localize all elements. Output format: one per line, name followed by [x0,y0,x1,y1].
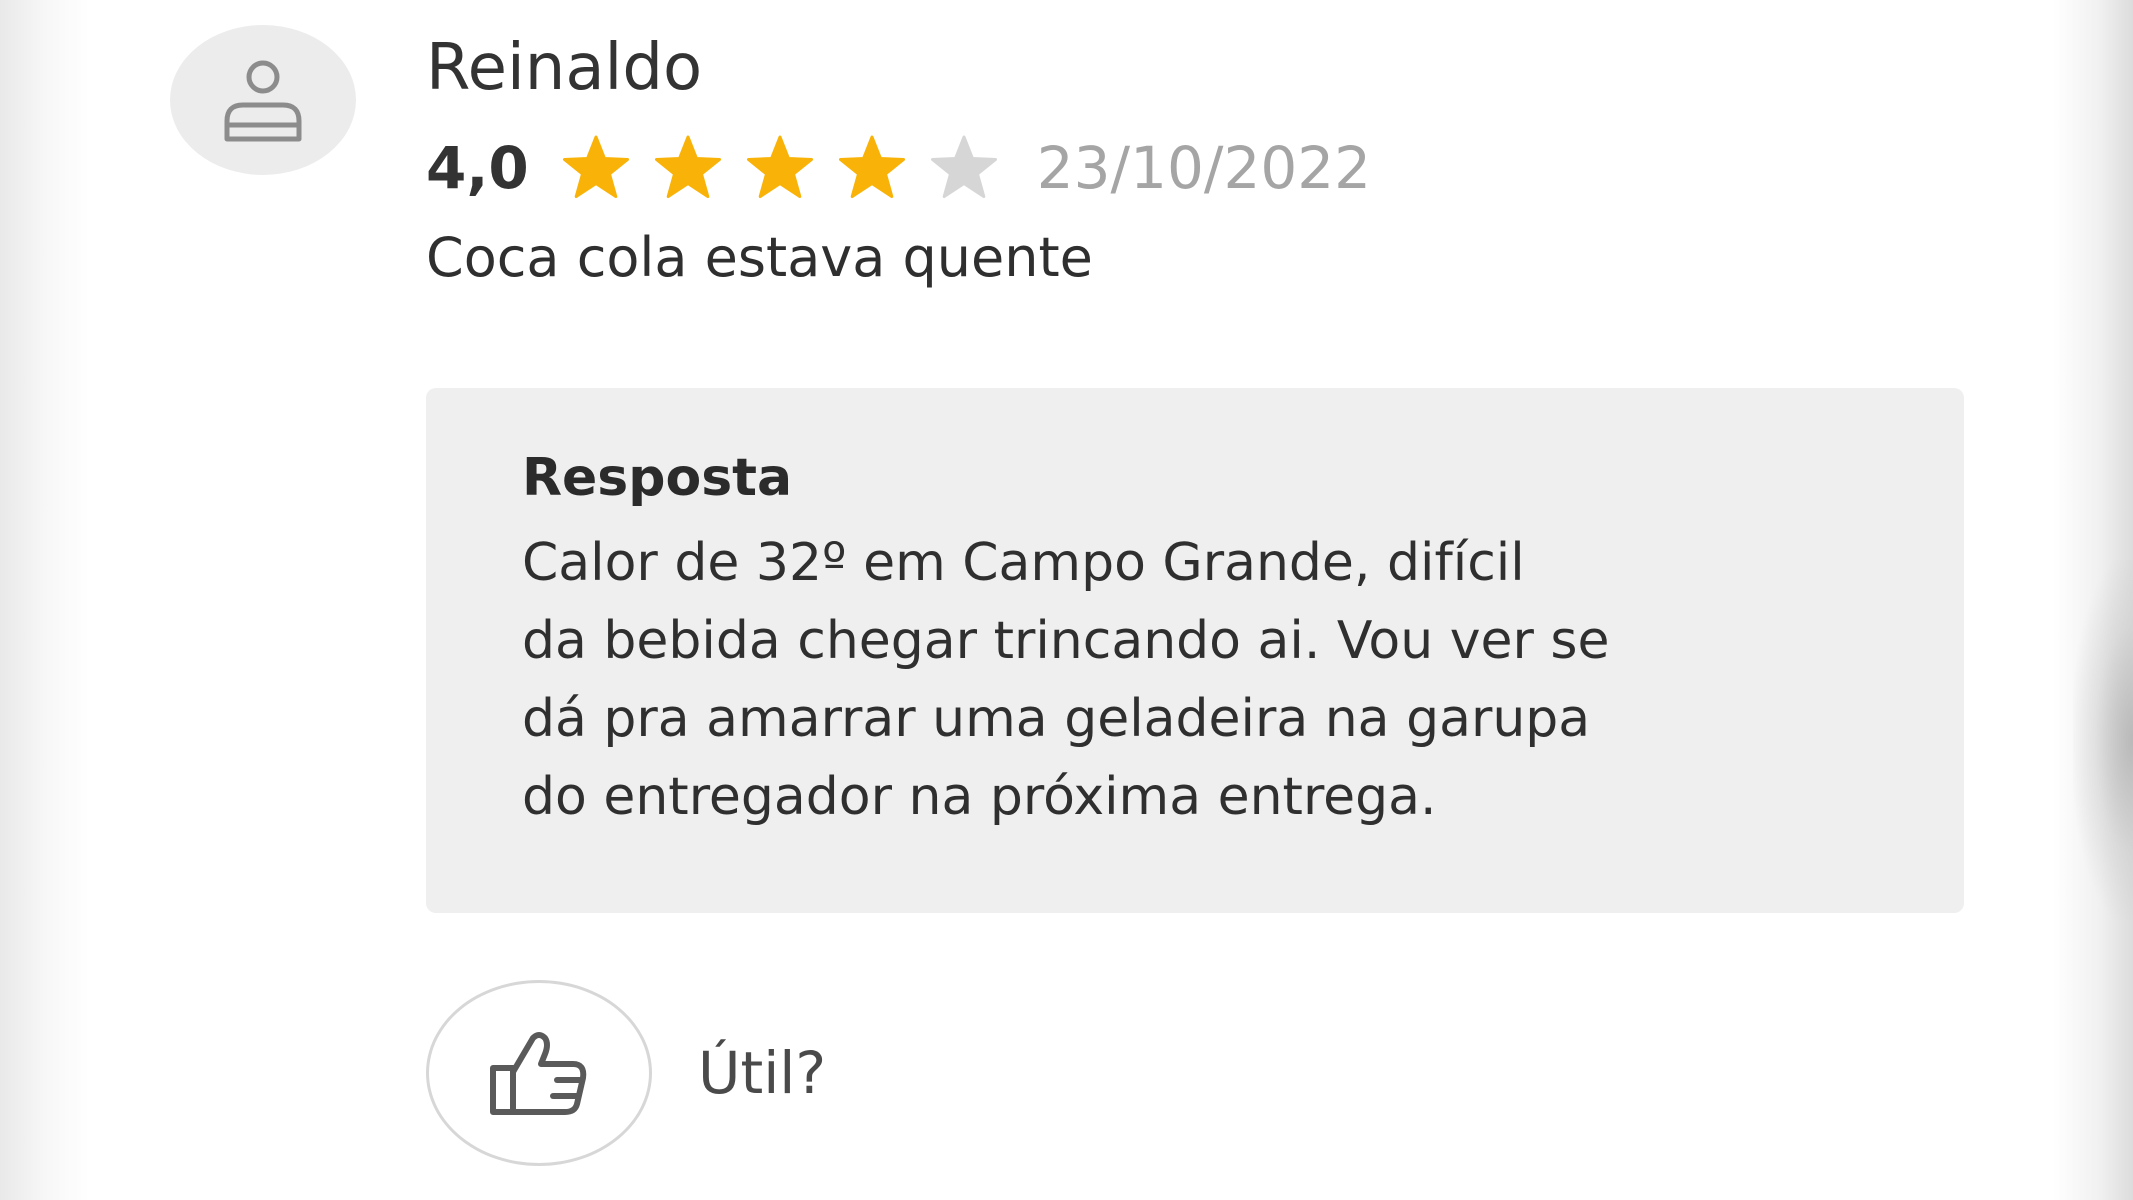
owner-reply: Resposta Calor de 32º em Campo Grande, d… [426,388,1964,913]
thumbs-up-icon [490,1032,587,1115]
reply-text-line: Calor de 32º em Campo Grande, difícil [522,533,1525,593]
star-rating [561,134,1021,202]
review-card: Reinaldo 4,0 23/10/2022 Coca cola estava… [0,0,2133,1200]
avatar [170,25,356,175]
reply-text-line: da bebida chegar trincando ai. Vou ver s… [522,611,1610,671]
star-filled-icon [745,134,815,202]
helpful-button[interactable] [426,980,652,1166]
star-filled-icon [837,134,907,202]
star-filled-icon [653,134,723,202]
review-date: 23/10/2022 [1036,134,1372,202]
reply-text-line: do entregador na próxima entrega. [522,767,1437,827]
reply-text-line: dá pra amarrar uma geladeira na garupa [522,689,1591,749]
rating-value: 4,0 [426,134,529,202]
helpful-label: Útil? [698,1039,827,1107]
reply-title: Resposta [522,448,793,508]
rating-row: 4,0 23/10/2022 [426,128,1371,208]
star-filled-icon [561,134,631,202]
user-placeholder-icon [224,60,302,142]
reviewer-name: Reinaldo [426,31,703,105]
star-empty-icon [929,134,999,202]
review-comment: Coca cola estava quente [426,226,1093,289]
